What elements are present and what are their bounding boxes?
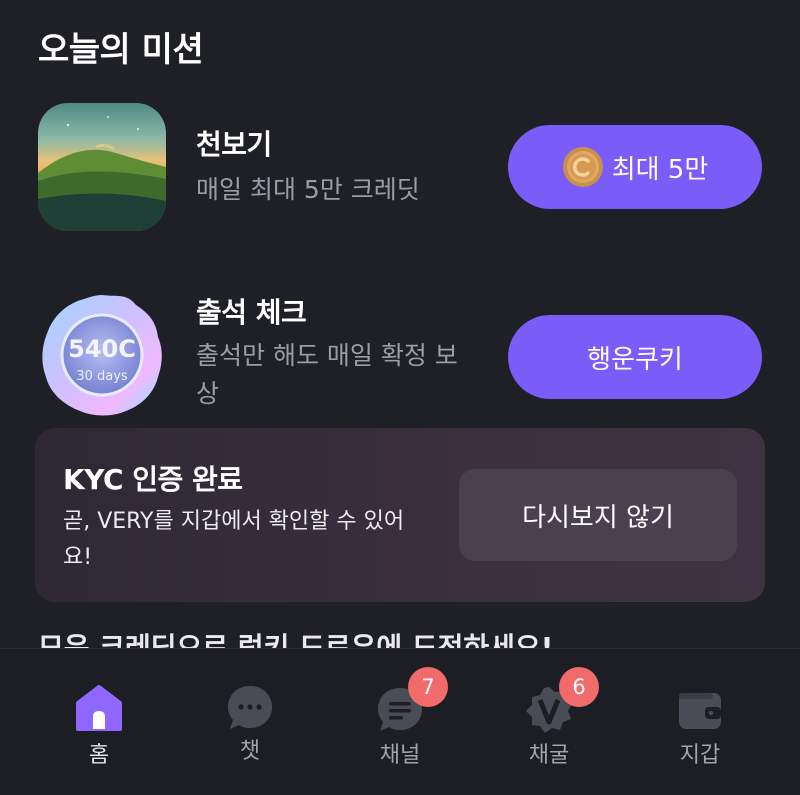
nav-label: 지갑 (679, 743, 721, 768)
dont-show-again-button[interactable]: 다시보지 않기 (459, 469, 737, 561)
mission-title: 출석 체크 (196, 296, 307, 329)
nav-label: 채널 (379, 743, 421, 768)
channel-badge: 7 (408, 667, 448, 707)
coin-icon (562, 147, 603, 187)
mining-badge: 6 (559, 667, 599, 707)
max-reward-button[interactable]: 최대 5만 (508, 125, 762, 209)
nav-item-mining[interactable]: 6 채굴 (474, 649, 624, 795)
wallet-icon (679, 693, 721, 729)
mission-title: 천보기 (196, 128, 272, 161)
home-icon (76, 685, 122, 731)
lucky-draw-heading: 모은 크레딧으로 럭키 드로우에 도전하세요! (38, 631, 554, 648)
mission-thumbnail-landscape (38, 103, 166, 231)
nav-item-wallet[interactable]: 지갑 (625, 649, 775, 795)
kyc-description: 곧, VERY를 지갑에서 확인할 수 있어요! (63, 509, 405, 570)
nav-label: 홈 (88, 743, 110, 768)
mission-subtitle: 매일 최대 5만 크레딧 (196, 175, 420, 204)
nav-item-chat[interactable]: 챗 (175, 649, 325, 795)
nav-item-home[interactable]: 홈 (24, 649, 174, 795)
lucky-cookie-button[interactable]: 행운쿠키 (508, 315, 762, 399)
badge-caption: 30 days (76, 369, 128, 384)
mission-item-attendance[interactable]: 540C 30 days 출석 체크 출석만 해도 매일 확정 보상 행운쿠키 (0, 285, 800, 425)
badge-value: 540C (68, 335, 136, 363)
attendance-badge: 540C 30 days (38, 291, 166, 419)
bottom-navigation: 홈 챗 7 채널 6 채굴 지갑 (0, 648, 800, 795)
landscape-illustration-icon (38, 116, 166, 231)
nav-label: 채굴 (528, 743, 570, 768)
max-reward-button-label: 최대 5만 (611, 154, 709, 185)
kyc-title: KYC 인증 완료 (63, 463, 243, 496)
lucky-cookie-button-label: 행운쿠키 (587, 344, 683, 375)
mission-item-cheonbogi[interactable]: 천보기 매일 최대 5만 크레딧 최대 5만 (0, 103, 800, 233)
kyc-complete-card: KYC 인증 완료 곧, VERY를 지갑에서 확인할 수 있어요! 다시보지 … (35, 428, 765, 602)
nav-item-channel[interactable]: 7 채널 (325, 649, 475, 795)
page-title: 오늘의 미션 (38, 30, 204, 70)
nav-label: 챗 (239, 739, 261, 764)
chat-icon (228, 686, 272, 729)
mission-subtitle: 출석만 해도 매일 확정 보상 (196, 341, 458, 408)
